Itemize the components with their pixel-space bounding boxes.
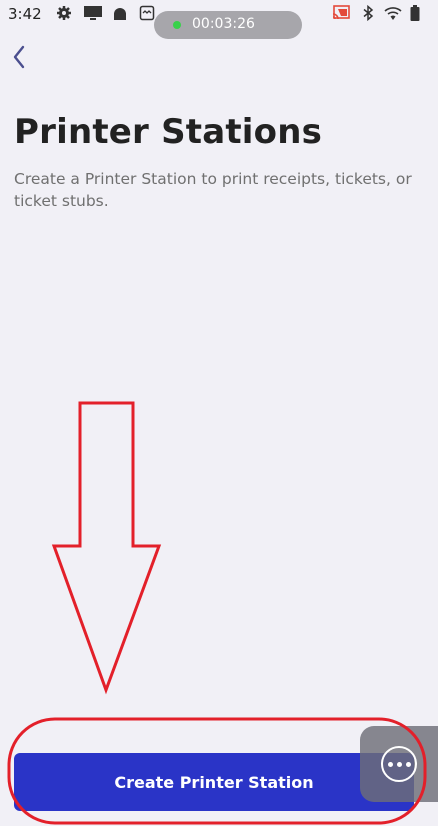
page-subtitle: Create a Printer Station to print receip… <box>14 170 412 210</box>
page-title: Printer Stations <box>14 112 323 152</box>
settings-icon <box>57 6 71 20</box>
wifi-icon <box>384 7 402 20</box>
screen-recording-pill: 00:03:26 <box>154 11 302 39</box>
status-bar: 3:42 00:03:26 <box>0 0 438 39</box>
bluetooth-icon <box>363 5 374 21</box>
monitor-icon <box>84 6 102 20</box>
back-button[interactable] <box>6 42 32 72</box>
cast-icon <box>332 5 350 20</box>
annotation-arrow <box>51 401 162 695</box>
more-horizontal-icon <box>381 746 417 782</box>
battery-icon <box>410 5 420 21</box>
recording-timer: 00:03:26 <box>192 16 255 32</box>
create-printer-station-button[interactable]: Create Printer Station <box>14 753 414 811</box>
screenshot-icon <box>139 5 155 21</box>
recording-dot <box>173 21 181 29</box>
chevron-left-icon <box>13 45 25 69</box>
status-time: 3:42 <box>8 5 42 23</box>
android-icon <box>114 8 126 20</box>
floating-more-button[interactable] <box>360 726 438 802</box>
